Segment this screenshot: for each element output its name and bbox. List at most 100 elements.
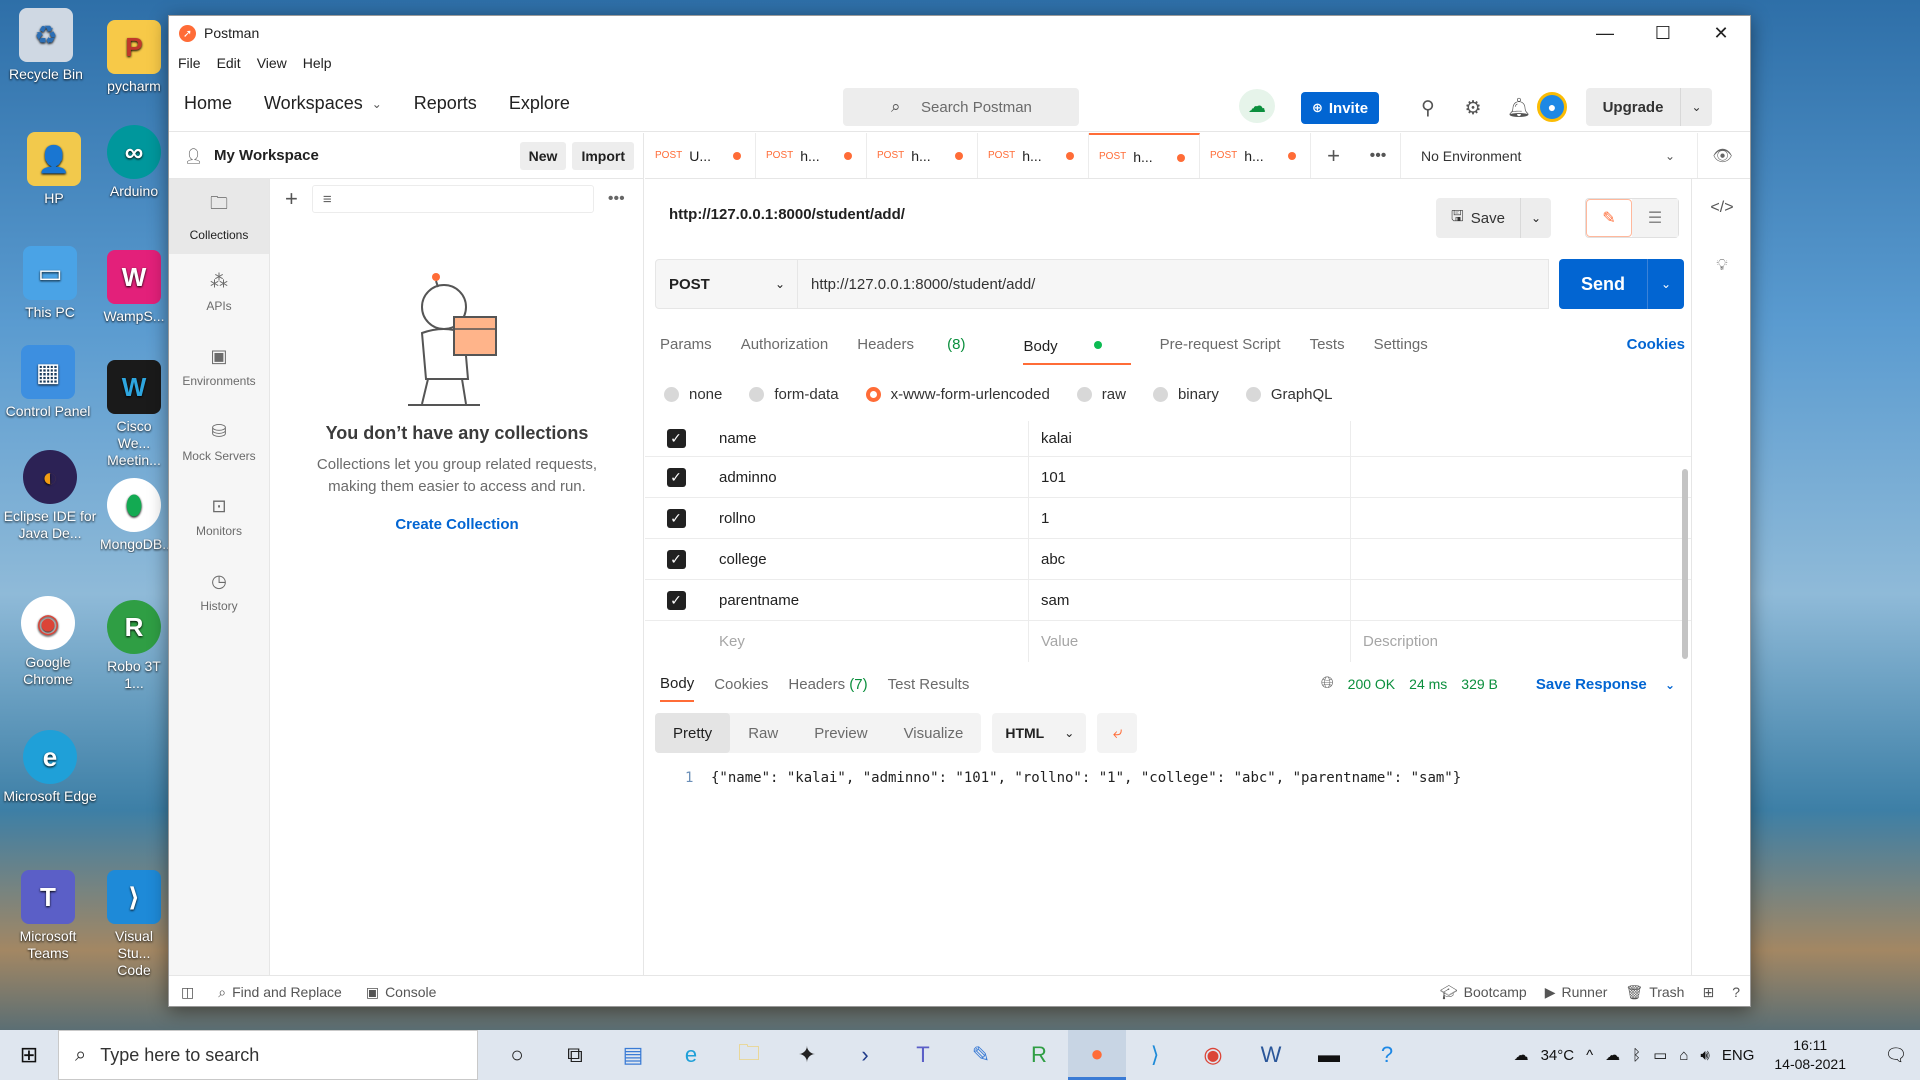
- key-cell[interactable]: parentname: [707, 580, 1029, 620]
- bluetooth-icon[interactable]: ᛒ: [1632, 1047, 1641, 1064]
- description-cell[interactable]: [1351, 580, 1691, 620]
- bootcamp-button[interactable]: 🎓︎ Bootcamp: [1440, 984, 1527, 1001]
- tab-authorization[interactable]: Authorization: [741, 334, 829, 374]
- menu-file[interactable]: File: [178, 55, 201, 71]
- hp-icon[interactable]: 👤 HP: [6, 132, 102, 207]
- onedrive-icon[interactable]: ☁: [1605, 1046, 1620, 1064]
- value-placeholder[interactable]: Value: [1029, 621, 1351, 662]
- invite-button[interactable]: ⊕ Invite: [1301, 92, 1379, 124]
- robo3t-taskbar-icon[interactable]: R: [1010, 1030, 1068, 1080]
- postman-taskbar-icon[interactable]: ●: [1068, 1030, 1126, 1080]
- view-raw[interactable]: Raw: [730, 713, 796, 753]
- dropbox-icon[interactable]: ✦: [778, 1030, 836, 1080]
- nav-reports[interactable]: Reports: [414, 93, 477, 114]
- view-preview[interactable]: Preview: [796, 713, 885, 753]
- radio-binary[interactable]: binary: [1152, 386, 1219, 403]
- arduino-icon[interactable]: ∞ Arduino: [100, 125, 168, 200]
- tab-body[interactable]: Body: [1023, 334, 1131, 365]
- search-input[interactable]: ⌕ Search Postman: [843, 88, 1079, 126]
- chevron-down-icon[interactable]: ⌄: [1520, 198, 1551, 238]
- value-cell[interactable]: kalai: [1029, 421, 1351, 456]
- avatar[interactable]: ●: [1537, 92, 1567, 122]
- create-collection-link[interactable]: Create Collection: [270, 516, 644, 533]
- notepad-icon[interactable]: ✎: [952, 1030, 1010, 1080]
- sidebar-item-collections[interactable]: 🗀︎ Collections: [169, 179, 269, 254]
- value-cell[interactable]: sam: [1029, 580, 1351, 620]
- view-visualize[interactable]: Visualize: [886, 713, 982, 753]
- radio-raw[interactable]: raw: [1076, 386, 1126, 403]
- eclipse-icon[interactable]: ◐ Eclipse IDE for Java De...: [2, 450, 98, 542]
- tab-request-3[interactable]: POST h...: [867, 133, 978, 178]
- teams-taskbar-icon[interactable]: T: [894, 1030, 952, 1080]
- key-cell[interactable]: rollno: [707, 498, 1029, 538]
- cortana-icon[interactable]: ○: [488, 1030, 546, 1080]
- new-tab-icon[interactable]: +: [1311, 133, 1356, 178]
- battery-icon[interactable]: ▭: [1653, 1046, 1667, 1064]
- menu-edit[interactable]: Edit: [217, 55, 241, 71]
- description-cell[interactable]: [1351, 421, 1691, 456]
- save-button[interactable]: 🖫︎ Save: [1436, 198, 1520, 238]
- tab-params[interactable]: Params: [660, 334, 712, 374]
- globe-icon[interactable]: 🌐︎: [1321, 675, 1334, 693]
- sidebar-item-environments[interactable]: ▣ Environments: [169, 329, 269, 404]
- response-tab-test-results[interactable]: Test Results: [888, 676, 970, 693]
- file-explorer-icon[interactable]: 🗀︎: [720, 1030, 778, 1080]
- menu-view[interactable]: View: [257, 55, 287, 71]
- sidebar-item-apis[interactable]: ⁂ APIs: [169, 254, 269, 329]
- wampserver-icon[interactable]: W WampS...: [100, 250, 168, 325]
- tab-request-2[interactable]: POST h...: [756, 133, 867, 178]
- edit-pencil-icon[interactable]: ✎: [1586, 199, 1632, 237]
- toggle-sidebar-icon[interactable]: ◫: [181, 984, 194, 1001]
- cookies-link[interactable]: Cookies: [1627, 334, 1685, 374]
- two-pane-icon[interactable]: ⊞: [1702, 984, 1714, 1001]
- url-input[interactable]: http://127.0.0.1:8000/student/add/: [798, 259, 1549, 309]
- terminal-icon[interactable]: ▬: [1300, 1030, 1358, 1080]
- sidebar-item-history[interactable]: ◷ History: [169, 554, 269, 629]
- edge-icon[interactable]: e Microsoft Edge: [2, 730, 98, 805]
- request-name[interactable]: http://127.0.0.1:8000/student/add/: [669, 206, 905, 223]
- tab-settings[interactable]: Settings: [1374, 334, 1428, 374]
- notification-bell-icon[interactable]: 🔔︎: [1505, 92, 1533, 124]
- cisco-webex-icon[interactable]: W Cisco We... Meetin...: [100, 360, 168, 469]
- import-button[interactable]: Import: [572, 141, 634, 170]
- this-pc-icon[interactable]: ▭ This PC: [2, 246, 98, 321]
- nav-explore[interactable]: Explore: [509, 93, 570, 114]
- clock[interactable]: 16:11 14-08-2021: [1774, 1036, 1846, 1074]
- sync-status-icon[interactable]: ☁: [1239, 89, 1275, 123]
- language-indicator[interactable]: ENG: [1722, 1047, 1755, 1064]
- row-checkbox[interactable]: ✓: [645, 498, 707, 538]
- tab-request-6[interactable]: POST h...: [1200, 133, 1311, 178]
- chevron-down-icon[interactable]: ⌄: [1680, 88, 1712, 126]
- new-button[interactable]: New: [519, 141, 567, 170]
- console-button[interactable]: ▣ Console: [366, 984, 437, 1001]
- find-replace-button[interactable]: ⌕ Find and Replace: [218, 984, 342, 1001]
- chrome-icon[interactable]: ◉ Google Chrome: [0, 596, 96, 688]
- satellite-icon[interactable]: ⚲: [1414, 92, 1442, 124]
- maximize-button[interactable]: ☐: [1634, 16, 1692, 50]
- network-icon[interactable]: ⌂: [1679, 1047, 1688, 1064]
- tab-headers[interactable]: Headers (8): [857, 334, 994, 374]
- edge-taskbar-icon[interactable]: e: [662, 1030, 720, 1080]
- runner-button[interactable]: ▶ Runner: [1545, 984, 1608, 1001]
- response-size[interactable]: 329 B: [1461, 676, 1498, 692]
- settings-gear-icon[interactable]: ⚙: [1459, 92, 1487, 124]
- description-cell[interactable]: [1351, 498, 1691, 538]
- help-taskbar-icon[interactable]: ?: [1358, 1030, 1416, 1080]
- task-view-icon[interactable]: ⧉: [546, 1030, 604, 1080]
- chrome-taskbar-icon[interactable]: ◉: [1184, 1030, 1242, 1080]
- volume-icon[interactable]: 🔊︎: [1700, 1047, 1709, 1064]
- vscode-icon[interactable]: ⟩ Visual Stu... Code: [100, 870, 168, 979]
- teams-icon[interactable]: T Microsoft Teams: [0, 870, 96, 962]
- row-checkbox[interactable]: ✓: [645, 539, 707, 579]
- radio-graphql[interactable]: GraphQL: [1245, 386, 1333, 403]
- code-icon[interactable]: </>: [1692, 179, 1750, 237]
- radio-urlencoded[interactable]: x-www-form-urlencoded: [865, 386, 1050, 403]
- description-placeholder[interactable]: Description: [1351, 621, 1691, 662]
- mongodb-icon[interactable]: ⬮ MongoDB...: [100, 478, 168, 553]
- response-tab-cookies[interactable]: Cookies: [714, 676, 768, 693]
- method-select[interactable]: POST ⌄: [655, 259, 798, 309]
- more-tabs-icon[interactable]: •••: [1356, 133, 1401, 178]
- comments-icon[interactable]: ☰: [1632, 199, 1678, 237]
- view-pretty[interactable]: Pretty: [655, 713, 731, 753]
- row-checkbox[interactable]: ✓: [645, 421, 707, 456]
